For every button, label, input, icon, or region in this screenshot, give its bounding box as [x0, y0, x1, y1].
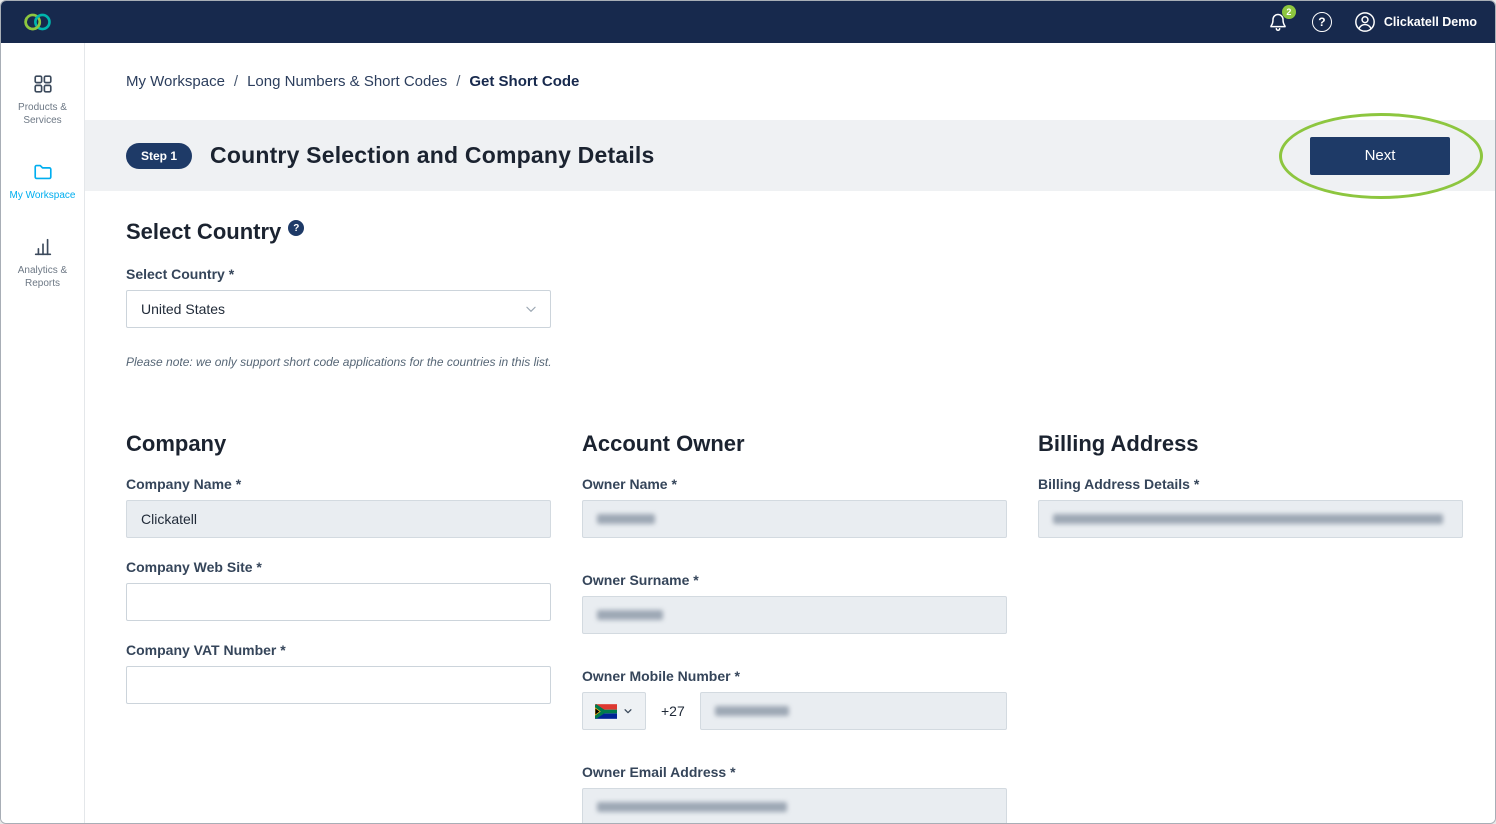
user-avatar-icon — [1354, 11, 1376, 33]
company-name-field[interactable]: Clickatell — [126, 500, 551, 538]
company-website-field[interactable] — [126, 583, 551, 621]
sidebar-item-label: Products & Services — [10, 101, 76, 127]
owner-mobile-row: +27 — [582, 692, 1007, 730]
redacted-value — [597, 802, 787, 812]
redacted-value — [597, 514, 655, 524]
step-badge: Step 1 — [126, 143, 192, 169]
company-website-label: Company Web Site * — [126, 559, 551, 575]
company-section: Company Company Name * Clickatell Compan… — [126, 431, 551, 823]
breadcrumb: My Workspace / Long Numbers & Short Code… — [126, 73, 579, 90]
breadcrumb-separator: / — [456, 73, 460, 90]
redacted-value — [597, 610, 663, 620]
account-owner-heading: Account Owner — [582, 431, 1007, 457]
company-heading: Company — [126, 431, 551, 457]
company-vat-field[interactable] — [126, 666, 551, 704]
folder-icon — [32, 161, 54, 183]
chevron-down-icon — [623, 706, 633, 716]
owner-email-label: Owner Email Address * — [582, 764, 1007, 780]
owner-mobile-field[interactable] — [700, 692, 1007, 730]
dial-code-label: +27 — [661, 703, 685, 719]
country-select[interactable]: United States — [126, 290, 551, 328]
bar-chart-icon — [32, 236, 54, 258]
grid-icon — [32, 73, 54, 95]
sidebar-item-label: My Workspace — [10, 189, 76, 202]
breadcrumb-current-page: Get Short Code — [469, 73, 579, 90]
breadcrumb-separator: / — [234, 73, 238, 90]
user-name-label: Clickatell Demo — [1384, 15, 1477, 29]
help-icon: ? — [1312, 12, 1332, 32]
user-menu[interactable]: Clickatell Demo — [1354, 11, 1477, 33]
clickatell-logo-icon — [23, 11, 53, 33]
redacted-value — [715, 706, 789, 716]
breadcrumb-long-numbers-short-codes[interactable]: Long Numbers & Short Codes — [247, 73, 447, 90]
company-vat-label: Company VAT Number * — [126, 642, 551, 658]
owner-email-field[interactable] — [582, 788, 1007, 823]
owner-name-label: Owner Name * — [582, 476, 1007, 492]
south-africa-flag-icon — [595, 704, 617, 719]
country-note: Please note: we only support short code … — [126, 355, 1495, 369]
sidebar-item-products-services[interactable]: Products & Services — [1, 73, 84, 127]
sidebar: Products & Services My Workspace Analyti… — [1, 43, 85, 823]
account-owner-section: Account Owner Owner Name * Owner Surname… — [582, 431, 1007, 823]
owner-mobile-label: Owner Mobile Number * — [582, 668, 1007, 684]
select-country-label: Select Country * — [126, 266, 1495, 282]
sidebar-item-analytics-reports[interactable]: Analytics & Reports — [1, 236, 84, 290]
billing-address-heading: Billing Address — [1038, 431, 1463, 457]
next-button[interactable]: Next — [1310, 137, 1450, 175]
company-name-value: Clickatell — [141, 511, 197, 527]
form-content: Select Country ? Select Country * United… — [85, 191, 1495, 823]
page-title: Country Selection and Company Details — [210, 142, 654, 169]
owner-surname-field[interactable] — [582, 596, 1007, 634]
topbar: 2 ? Clickatell Demo — [1, 1, 1495, 43]
notification-badge: 2 — [1282, 5, 1296, 19]
topbar-actions: 2 ? Clickatell Demo — [1266, 10, 1477, 34]
sidebar-item-label: Analytics & Reports — [10, 264, 76, 290]
help-button[interactable]: ? — [1310, 10, 1334, 34]
owner-name-field[interactable] — [582, 500, 1007, 538]
country-help-icon[interactable]: ? — [288, 220, 304, 236]
breadcrumb-bar: My Workspace / Long Numbers & Short Code… — [85, 43, 1495, 120]
step-header: Step 1 Country Selection and Company Det… — [85, 120, 1495, 191]
country-code-select[interactable] — [582, 692, 646, 730]
main-content: My Workspace / Long Numbers & Short Code… — [85, 43, 1495, 823]
breadcrumb-my-workspace[interactable]: My Workspace — [126, 73, 225, 90]
sidebar-item-my-workspace[interactable]: My Workspace — [1, 161, 84, 202]
app-window: 2 ? Clickatell Demo — [0, 0, 1496, 824]
owner-surname-label: Owner Surname * — [582, 572, 1007, 588]
select-country-heading: Select Country — [126, 219, 281, 245]
billing-address-section: Billing Address Billing Address Details … — [1038, 431, 1463, 823]
chevron-down-icon — [524, 302, 538, 316]
country-select-value: United States — [141, 301, 225, 317]
redacted-value — [1053, 514, 1443, 524]
notifications-button[interactable]: 2 — [1266, 10, 1290, 34]
billing-address-label: Billing Address Details * — [1038, 476, 1463, 492]
company-name-label: Company Name * — [126, 476, 551, 492]
billing-address-field[interactable] — [1038, 500, 1463, 538]
